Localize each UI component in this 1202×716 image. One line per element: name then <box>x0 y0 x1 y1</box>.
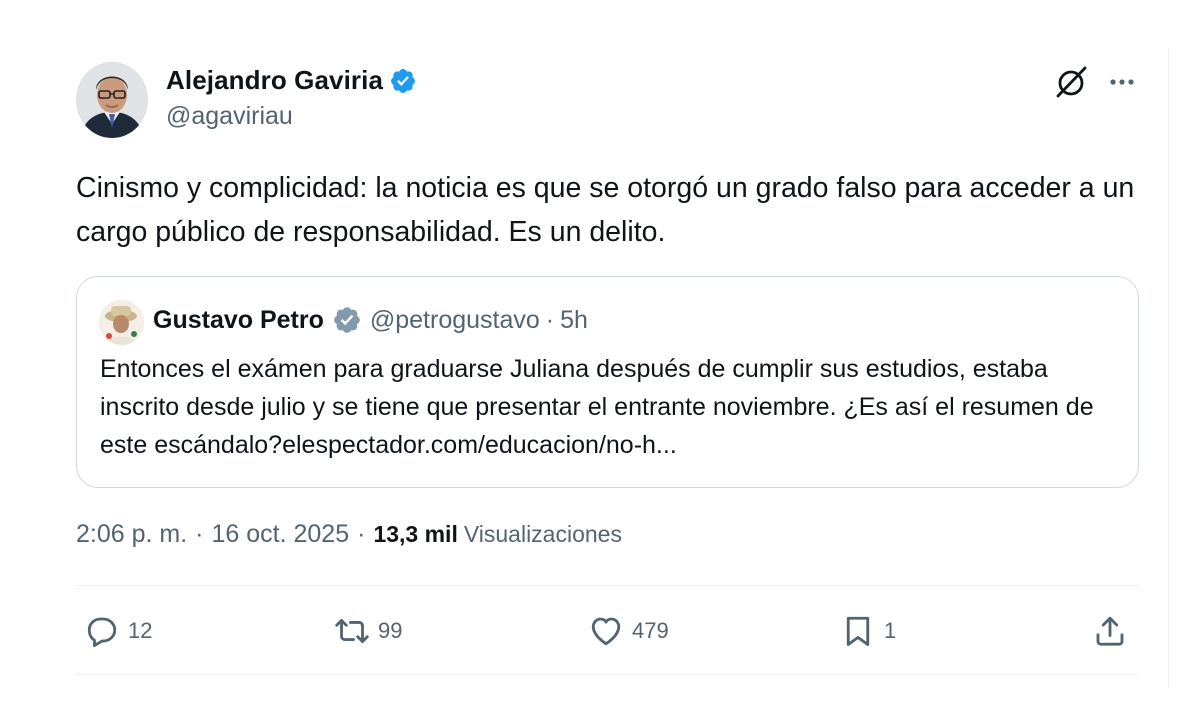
bookmark-button[interactable]: 1 <box>840 605 896 657</box>
quoted-header: Gustavo Petro @petrogustavo · 5h <box>153 305 588 335</box>
meta-separator: · <box>357 520 366 548</box>
tweet-meta: 2:06 p. m. · 16 oct. 2025 · 13,3 mil Vis… <box>76 520 622 549</box>
bookmark-count: 1 <box>884 618 897 643</box>
tweet-date[interactable]: 16 oct. 2025 <box>212 520 350 549</box>
reply-icon <box>87 617 117 647</box>
meta-separator: · <box>195 520 204 548</box>
share-icon <box>1096 616 1124 646</box>
more-icon[interactable] <box>1104 64 1140 100</box>
quoted-author-name: Gustavo Petro <box>153 305 324 334</box>
verified-badge-icon <box>391 68 415 93</box>
share-button[interactable] <box>1092 605 1128 657</box>
tweet-header: Alejandro Gaviria @agaviriau <box>76 62 1146 142</box>
author-avatar[interactable] <box>76 62 148 138</box>
retweet-count: 99 <box>378 618 403 643</box>
like-count: 479 <box>632 618 669 643</box>
grok-icon[interactable] <box>1054 64 1090 100</box>
quoted-author-avatar <box>99 300 144 345</box>
verified-badge-icon <box>334 307 360 333</box>
views-label: Visualizaciones <box>463 521 622 547</box>
divider <box>76 674 1139 675</box>
author-name[interactable]: Alejandro Gaviria <box>166 65 383 96</box>
bookmark-icon <box>846 616 870 646</box>
like-button[interactable]: 479 <box>588 605 669 657</box>
reply-button[interactable]: 12 <box>84 605 152 657</box>
action-bar: 12 99 479 1 <box>76 605 1139 657</box>
retweet-button[interactable]: 99 <box>334 605 402 657</box>
quoted-tweet-text: Entonces el exámen para graduarse Julian… <box>100 355 1094 459</box>
heart-icon <box>591 617 621 646</box>
author-name-row: Alejandro Gaviria <box>166 65 417 96</box>
tweet-time[interactable]: 2:06 p. m. <box>76 520 187 549</box>
quoted-tweet-card[interactable]: Gustavo Petro @petrogustavo · 5h Entonce… <box>76 276 1139 488</box>
views-count: 13,3 mil <box>373 521 458 547</box>
quoted-author-handle: @petrogustavo <box>369 305 540 334</box>
column-border <box>1168 48 1169 688</box>
author-handle[interactable]: @agaviriau <box>166 102 293 131</box>
reply-count: 12 <box>128 618 153 643</box>
quoted-timestamp: 5h <box>560 305 588 334</box>
retweet-icon <box>335 619 369 643</box>
tweet-text: Cinismo y complicidad: la noticia es que… <box>76 172 1135 248</box>
divider <box>76 585 1139 586</box>
quoted-separator: · <box>545 305 555 334</box>
